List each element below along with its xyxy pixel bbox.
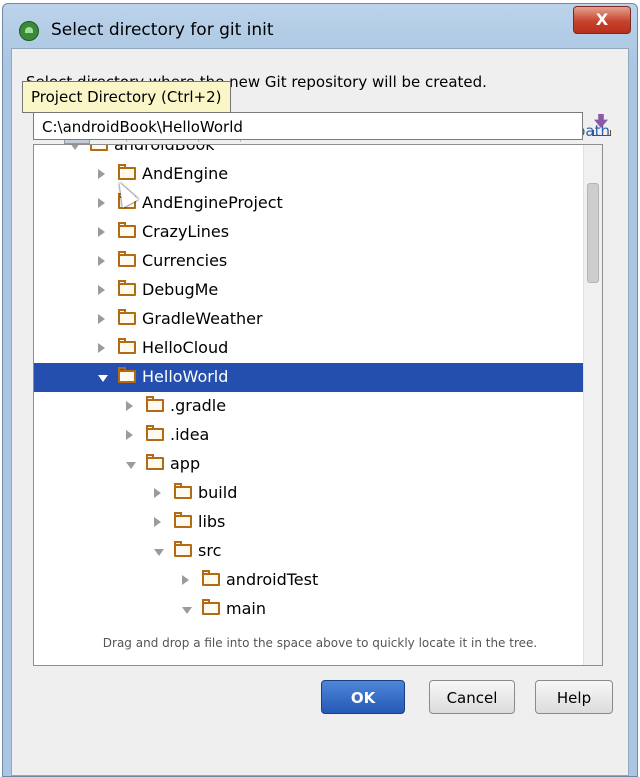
- tree-row[interactable]: .idea: [34, 421, 584, 450]
- path-input[interactable]: C:\androidBook\HelloWorld: [33, 112, 583, 140]
- tree-row-label: DebugMe: [142, 280, 219, 299]
- tree-row-label: libs: [198, 512, 226, 531]
- collapsed-arrow-icon[interactable]: [126, 430, 133, 440]
- folder-icon: [118, 280, 136, 296]
- tree-row[interactable]: Currencies: [34, 247, 584, 276]
- cancel-button[interactable]: Cancel: [429, 680, 515, 714]
- close-button[interactable]: X: [573, 6, 631, 34]
- tree-row-label: AndEngine: [142, 164, 229, 183]
- collapsed-arrow-icon[interactable]: [98, 343, 105, 353]
- folder-icon: [118, 367, 136, 383]
- title-bar[interactable]: Select directory for git init X: [3, 4, 637, 48]
- tree-row-label: GradleWeather: [142, 309, 263, 328]
- tree-row[interactable]: main: [34, 595, 584, 624]
- android-studio-icon: [19, 21, 39, 41]
- tree-row-label: .idea: [170, 425, 210, 444]
- tooltip: Project Directory (Ctrl+2): [22, 81, 231, 113]
- tree-row[interactable]: androidTest: [34, 566, 584, 595]
- collapsed-arrow-icon[interactable]: [98, 198, 105, 208]
- tree-row-label: main: [226, 599, 266, 618]
- scrollbar-thumb[interactable]: [587, 183, 599, 283]
- ok-button[interactable]: OK: [321, 680, 405, 714]
- dialog-window: Select directory for git init X Select d…: [2, 3, 638, 777]
- collapsed-arrow-icon[interactable]: [126, 401, 133, 411]
- tree-row-label: CrazyLines: [142, 222, 230, 241]
- folder-icon: [118, 251, 136, 267]
- expanded-arrow-icon[interactable]: [70, 145, 80, 150]
- collapsed-arrow-icon[interactable]: [154, 488, 161, 498]
- folder-icon: [174, 512, 192, 528]
- tree-row[interactable]: androidBook: [34, 144, 584, 160]
- tree-row[interactable]: app: [34, 450, 584, 479]
- folder-icon: [174, 483, 192, 499]
- collapsed-arrow-icon[interactable]: [98, 169, 105, 179]
- folder-icon: [146, 425, 164, 441]
- vertical-scrollbar[interactable]: [583, 145, 602, 665]
- folder-icon: [118, 338, 136, 354]
- directory-tree[interactable]: androidBook AndEngine AndEngineProject Craz…: [33, 144, 603, 666]
- tree-row[interactable]: HelloCloud: [34, 334, 584, 363]
- expanded-arrow-icon[interactable]: [98, 375, 108, 382]
- collapsed-arrow-icon[interactable]: [98, 227, 105, 237]
- collapsed-arrow-icon[interactable]: [98, 256, 105, 266]
- tree-row-label: app: [170, 454, 201, 473]
- folder-icon: [146, 396, 164, 412]
- expanded-arrow-icon[interactable]: [154, 549, 164, 556]
- collapsed-arrow-icon[interactable]: [154, 517, 161, 527]
- tree-row[interactable]: CrazyLines: [34, 218, 584, 247]
- folder-icon: [202, 599, 220, 615]
- drag-drop-hint: Drag and drop a file into the space abov…: [102, 636, 538, 650]
- folder-icon: [118, 309, 136, 325]
- tree-row[interactable]: .gradle: [34, 392, 584, 421]
- expanded-arrow-icon[interactable]: [126, 462, 136, 469]
- tree-row-label: HelloWorld: [142, 367, 229, 386]
- folder-icon: [174, 541, 192, 557]
- tree-row[interactable]: GradleWeather: [34, 305, 584, 334]
- window-title: Select directory for git init: [51, 20, 274, 40]
- tree-row-label: androidTest: [226, 570, 319, 589]
- folder-icon: [118, 222, 136, 238]
- tree-row-label: .gradle: [170, 396, 227, 415]
- collapsed-arrow-icon[interactable]: [98, 285, 105, 295]
- tree-row-label: AndEngineProject: [142, 193, 283, 212]
- tree-row[interactable]: libs: [34, 508, 584, 537]
- folder-icon: [202, 570, 220, 586]
- tree-row-label: build: [198, 483, 238, 502]
- tree-row-label: androidBook: [114, 144, 215, 154]
- tree-row-label: src: [198, 541, 222, 560]
- collapsed-arrow-icon[interactable]: [182, 575, 189, 585]
- help-button[interactable]: Help: [535, 680, 613, 714]
- tree-row-label: HelloCloud: [142, 338, 229, 357]
- expanded-arrow-icon[interactable]: [182, 607, 192, 614]
- tree-row[interactable]: build: [34, 479, 584, 508]
- folder-icon: [90, 145, 108, 151]
- folder-icon: [146, 454, 164, 470]
- download-path-icon[interactable]: [592, 114, 611, 138]
- collapsed-arrow-icon[interactable]: [98, 314, 105, 324]
- tree-row[interactable]: src: [34, 537, 584, 566]
- tree-row[interactable]: DebugMe: [34, 276, 584, 305]
- tree-row-selected[interactable]: HelloWorld: [34, 363, 584, 392]
- tree-row-label: Currencies: [142, 251, 228, 270]
